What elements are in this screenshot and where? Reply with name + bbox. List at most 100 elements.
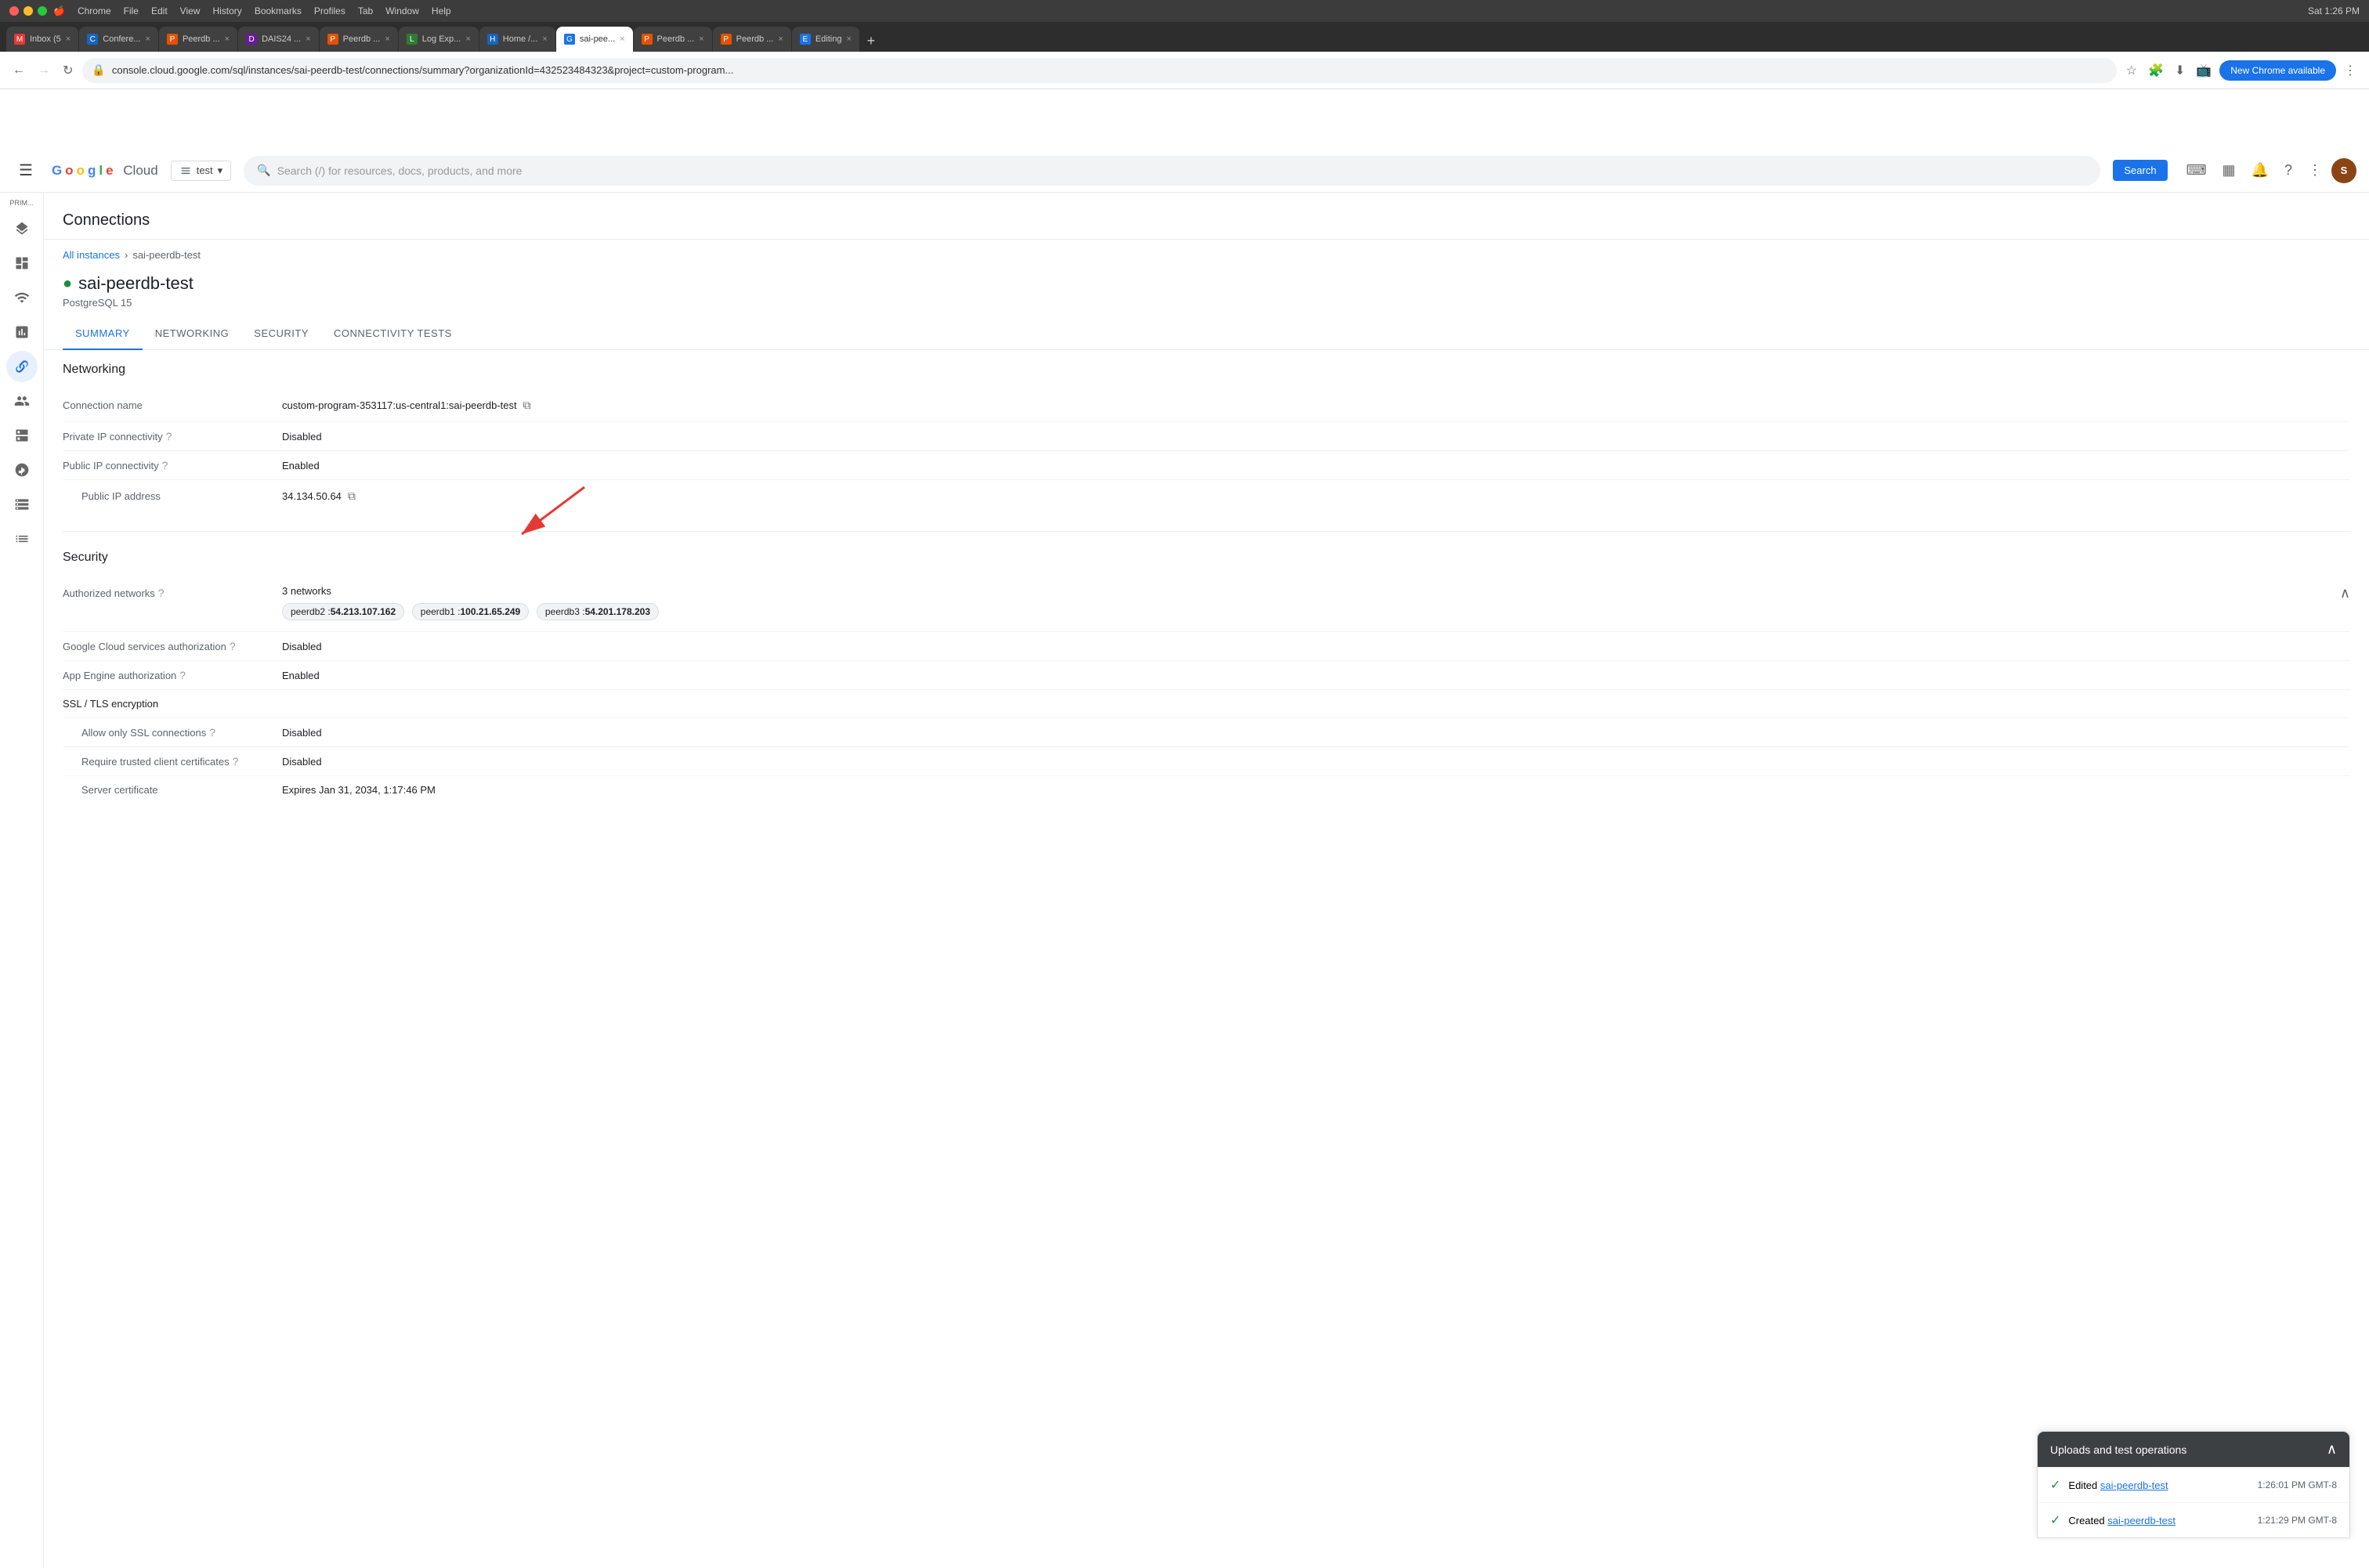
label-authorized-networks: Authorized networks ? <box>63 585 282 599</box>
tab-favicon-confere: C <box>87 34 98 45</box>
os-file-menu[interactable]: File <box>124 5 139 16</box>
tab-security[interactable]: SECURITY <box>241 318 321 350</box>
close-traffic-light[interactable] <box>9 6 19 16</box>
address-url: console.cloud.google.com/sql/instances/s… <box>112 64 733 76</box>
notifications-button[interactable]: 🔔 <box>2245 156 2275 185</box>
sidebar-item-people[interactable] <box>6 385 38 417</box>
help-authorized-networks-icon[interactable]: ? <box>158 587 165 599</box>
tab-confere[interactable]: C Confere... × <box>79 27 158 52</box>
uploads-item-link-0[interactable]: sai-peerdb-test <box>2100 1479 2168 1491</box>
instance-status-icon: ● <box>63 275 72 293</box>
cloud-console-button[interactable]: ▦ <box>2216 156 2242 185</box>
help-public-ip-icon[interactable]: ? <box>162 459 168 471</box>
tab-gmail[interactable]: M Inbox (5 × <box>6 27 78 52</box>
tab-close-peerdb2[interactable]: × <box>385 34 389 44</box>
tab-close-peerdb3[interactable]: × <box>699 34 703 44</box>
os-help-menu[interactable]: Help <box>432 5 451 16</box>
back-button[interactable]: ← <box>9 60 28 81</box>
uploads-minimize-button[interactable]: ∧ <box>2327 1441 2337 1458</box>
hamburger-menu[interactable]: ☰ <box>13 154 39 186</box>
tab-networking[interactable]: NETWORKING <box>143 318 242 350</box>
os-chrome-menu[interactable]: Chrome <box>78 5 111 16</box>
tab-bar: M Inbox (5 × C Confere... × P Peerdb ...… <box>0 22 2369 52</box>
uploads-header[interactable]: Uploads and test operations ∧ <box>2038 1432 2349 1467</box>
global-search-bar[interactable]: 🔍 Search (/) for resources, docs, produc… <box>244 156 2100 186</box>
bookmark-button[interactable]: ☆ <box>2123 60 2140 81</box>
info-row-require-trusted-certs: Require trusted client certificates ? Di… <box>63 747 2350 776</box>
help-gcp-services-auth-icon[interactable]: ? <box>230 640 236 652</box>
copy-public-ip-button[interactable]: ⧉ <box>346 488 357 504</box>
tab-connectivity-tests[interactable]: CONNECTIVITY TESTS <box>321 318 465 350</box>
tab-dais24[interactable]: D DAIS24 ... × <box>238 27 319 52</box>
os-bar: 🍎 Chrome File Edit View History Bookmark… <box>0 0 2369 22</box>
os-apple-menu[interactable]: 🍎 <box>53 5 65 16</box>
uploads-item-link-1[interactable]: sai-peerdb-test <box>2107 1515 2176 1526</box>
help-app-engine-auth-icon[interactable]: ? <box>179 669 186 681</box>
help-button[interactable]: ? <box>2278 156 2298 185</box>
cloud-shell-button[interactable]: ⌨ <box>2180 156 2213 185</box>
breadcrumb-all-instances[interactable]: All instances <box>63 249 120 261</box>
new-chrome-button[interactable]: New Chrome available <box>2219 60 2336 81</box>
tab-logexp[interactable]: L Log Exp... × <box>399 27 479 52</box>
search-icon: 🔍 <box>257 164 270 177</box>
tab-close-home[interactable]: × <box>542 34 547 44</box>
extensions-button[interactable]: 🧩 <box>2145 60 2167 81</box>
os-tab-menu[interactable]: Tab <box>358 5 373 16</box>
sidebar-item-overview[interactable] <box>6 213 38 244</box>
fullscreen-traffic-light[interactable] <box>38 6 47 16</box>
address-input[interactable]: 🔒 console.cloud.google.com/sql/instances… <box>82 58 2116 83</box>
tab-peerdb2[interactable]: P Peerdb ... × <box>320 27 398 52</box>
network-badge-peerdb3: peerdb3 : 54.201.178.203 <box>537 603 659 620</box>
os-history-menu[interactable]: History <box>212 5 241 16</box>
help-allow-ssl-icon[interactable]: ? <box>209 726 215 739</box>
tab-close-peerdb4[interactable]: × <box>778 34 783 44</box>
sidebar-item-storage[interactable] <box>6 489 38 520</box>
sidebar-item-analytics[interactable] <box>6 316 38 348</box>
sidebar-item-monitoring[interactable] <box>6 282 38 313</box>
sidebar-item-sql[interactable] <box>6 454 38 486</box>
screen-cast-button[interactable]: 📺 <box>2193 60 2215 81</box>
search-button[interactable]: Search <box>2113 160 2167 181</box>
tab-saipee[interactable]: G sai-pee... × <box>556 27 633 52</box>
os-profiles-menu[interactable]: Profiles <box>314 5 345 16</box>
copy-connection-name-button[interactable]: ⧉ <box>522 397 533 414</box>
sidebar-item-dashboard[interactable] <box>6 247 38 279</box>
os-window-menu[interactable]: Window <box>385 5 419 16</box>
tab-close-confere[interactable]: × <box>146 34 150 44</box>
more-button[interactable]: ⋮ <box>2341 60 2360 81</box>
os-view-menu[interactable]: View <box>180 5 201 16</box>
tab-home[interactable]: H Home /... × <box>479 27 555 52</box>
sidebar-item-connections[interactable] <box>6 351 38 382</box>
download-button[interactable]: ⬇ <box>2172 60 2188 81</box>
tab-peerdb4[interactable]: P Peerdb ... × <box>713 27 791 52</box>
info-row-gcp-services-auth: Google Cloud services authorization ? Di… <box>63 632 2350 661</box>
settings-button[interactable]: ⋮ <box>2302 156 2328 185</box>
project-selector[interactable]: test ▾ <box>171 161 232 181</box>
tab-close-logexp[interactable]: × <box>465 34 470 44</box>
google-cloud-logo[interactable]: Google Cloud <box>52 163 158 179</box>
label-ssl-tls-group: SSL / TLS encryption <box>63 698 282 710</box>
tab-peerdb1[interactable]: P Peerdb ... × <box>159 27 237 52</box>
forward-button[interactable]: → <box>34 60 53 81</box>
minimize-traffic-light[interactable] <box>24 6 33 16</box>
tab-peerdb3[interactable]: P Peerdb ... × <box>634 27 712 52</box>
tab-summary[interactable]: SUMMARY <box>63 318 143 350</box>
sidebar-item-database[interactable] <box>6 420 38 451</box>
help-require-trusted-certs-icon[interactable]: ? <box>233 755 239 768</box>
tab-close-peerdb1[interactable]: × <box>225 34 230 44</box>
os-edit-menu[interactable]: Edit <box>151 5 168 16</box>
collapse-networks-button[interactable]: ∧ <box>2340 585 2350 602</box>
os-bookmarks-menu[interactable]: Bookmarks <box>255 5 302 16</box>
tab-close-editing[interactable]: × <box>846 34 851 44</box>
tab-close-gmail[interactable]: × <box>66 34 71 44</box>
tab-close-saipee[interactable]: × <box>620 34 624 44</box>
instance-name: sai-peerdb-test <box>78 273 193 294</box>
help-private-ip-icon[interactable]: ? <box>166 430 172 443</box>
tab-close-dais24[interactable]: × <box>306 34 310 44</box>
tab-editing[interactable]: E Editing × <box>792 27 859 52</box>
sidebar-item-list[interactable] <box>6 523 38 555</box>
new-tab-button[interactable]: + <box>860 30 882 52</box>
avatar[interactable]: S <box>2331 158 2356 183</box>
sql-icon <box>14 462 30 478</box>
reload-button[interactable]: ↻ <box>60 60 76 81</box>
